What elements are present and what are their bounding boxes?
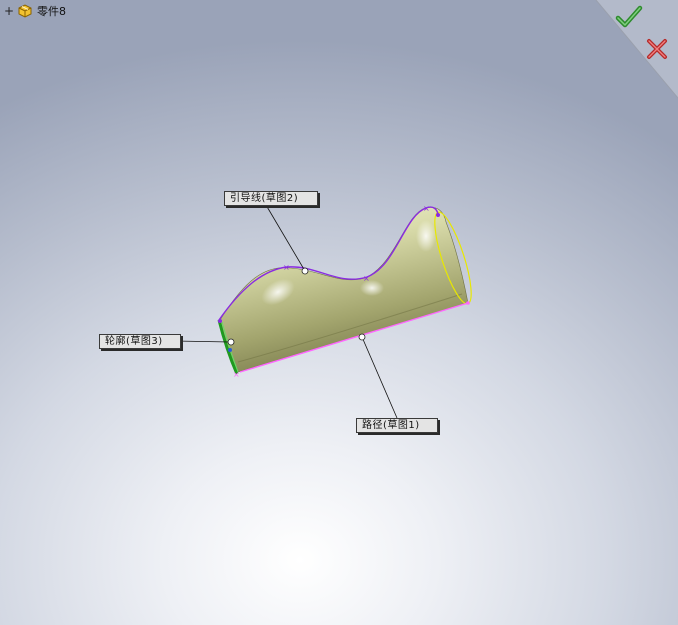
svg-text:×: × — [233, 370, 240, 379]
svg-text:×: × — [423, 204, 430, 213]
guide-curve-callout[interactable]: 引导线(草图2) — [224, 191, 318, 206]
swept-body[interactable] — [219, 207, 469, 373]
path-callout[interactable]: 路径(草图1) — [356, 418, 438, 433]
svg-text:×: × — [283, 263, 290, 272]
svg-text:×: × — [363, 274, 370, 283]
graphics-viewport[interactable]: × × × × — [0, 0, 678, 625]
profile-callout[interactable]: 轮廓(草图3) — [99, 334, 181, 349]
profile-handle[interactable] — [228, 348, 232, 352]
